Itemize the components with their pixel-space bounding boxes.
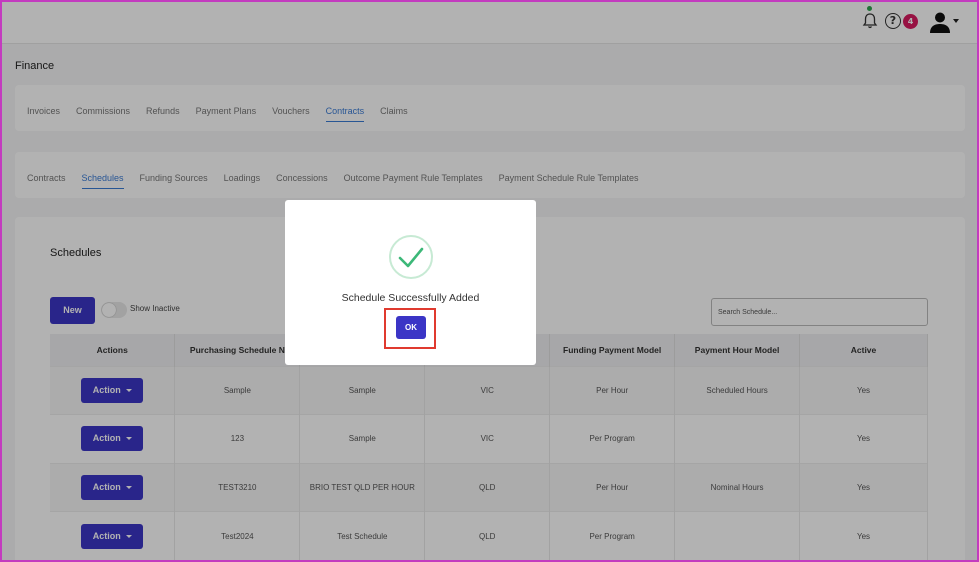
success-dialog: Schedule Successfully Added OK (285, 200, 536, 365)
app-window: ? 4 Finance Invoices Commissions Refunds… (0, 0, 979, 562)
dialog-message: Schedule Successfully Added (341, 292, 480, 304)
ok-button[interactable]: OK (396, 316, 426, 339)
success-check-icon (389, 235, 433, 279)
